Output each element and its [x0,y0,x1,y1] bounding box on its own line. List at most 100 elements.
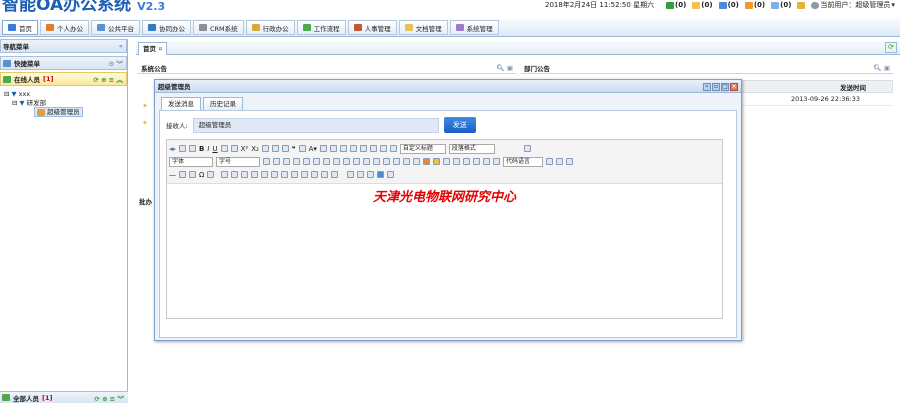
time-icon[interactable] [189,171,196,178]
merge-down-icon[interactable] [301,171,309,178]
nav-personal[interactable]: 个人办公 [40,20,89,35]
wordimage-icon[interactable] [207,171,215,178]
help-icon[interactable] [377,171,385,178]
paste-icon[interactable] [298,145,306,152]
spacing-icon[interactable] [379,145,387,152]
align-justify-icon[interactable] [323,158,330,165]
refresh-icon[interactable]: ⟳ [885,42,897,53]
nav-collab[interactable]: 协同办公 [142,20,191,35]
unlink-icon[interactable] [363,158,370,165]
notice-panel-tools-icon[interactable]: 🔍︎ ▣ [496,64,513,72]
online-users-header[interactable]: 在线人员 [1] ⟳ ⊕ ≡ ︽ [0,72,127,86]
image-none-icon[interactable] [413,158,420,165]
video-icon[interactable] [443,158,450,165]
attachment-icon[interactable] [463,158,470,165]
split-rows-icon[interactable] [321,171,329,178]
font-family-select[interactable]: 字体 [169,156,213,167]
source-icon[interactable]: ◂▸ [169,145,176,153]
editor-content[interactable]: 天津光电物联网研究中心 [167,186,722,205]
custom-title-select[interactable]: 自定义标题 [399,143,446,154]
uppercase-icon[interactable] [333,158,340,165]
nav-admin[interactable]: 行政办公 [245,20,295,35]
redo-icon[interactable] [189,145,197,152]
table-icon[interactable] [221,171,229,178]
tree-root[interactable]: ⊟ ▼ xxx [4,90,123,99]
fullscreen-icon[interactable] [523,145,531,152]
frame-icon[interactable] [493,158,500,165]
horizontal-rule-icon[interactable]: — [169,171,176,179]
print-icon[interactable] [347,171,355,178]
nav-hr[interactable]: 人事管理 [347,20,397,35]
tab-close-icon[interactable]: ¤ [158,45,162,53]
music-icon[interactable] [453,158,460,165]
background-icon[interactable] [566,158,573,165]
line-height-icon[interactable] [369,145,377,152]
quick-menu-tools-icon[interactable]: ⚙ ︾ [108,58,123,68]
align-left-icon[interactable] [293,158,300,165]
restore-icon[interactable]: ▫ [712,82,720,91]
undo-icon[interactable] [179,145,187,152]
tray-item-user[interactable]: (0) [666,1,686,9]
font-size-select[interactable]: 字号 [216,156,260,167]
minimize-icon[interactable]: – [703,82,711,91]
eraser-icon[interactable] [261,145,269,152]
close-icon[interactable]: × [730,82,738,91]
quote-icon[interactable]: ❝ [292,145,296,153]
tray-item-calendar[interactable]: (0) [718,1,739,9]
dept-notice-tools-icon[interactable]: 🔍︎ ▣ [873,64,890,72]
subscript-icon[interactable]: X₂ [251,145,259,153]
image-icon[interactable] [423,158,430,165]
lowercase-icon[interactable] [343,158,350,165]
nav-public[interactable]: 公共平台 [91,20,140,35]
insert-col-icon[interactable] [261,171,269,178]
current-user-menu[interactable]: 当前用户：超级管理员 ▾ [811,0,895,10]
superscript-icon[interactable]: X² [241,145,249,153]
underline-icon[interactable]: U [212,145,217,153]
gmap-icon[interactable] [483,158,490,165]
link-icon[interactable] [353,158,360,165]
pagebreak-icon[interactable] [546,158,553,165]
indent-icon[interactable] [389,145,397,152]
special-char-icon[interactable]: Ω [199,171,204,179]
image-right-icon[interactable] [403,158,410,165]
code-language-select[interactable]: 代码语言 [503,156,543,167]
drafts-icon[interactable] [387,171,395,178]
date-icon[interactable] [179,171,186,178]
tab-history[interactable]: 历史记录 [203,97,243,110]
insert-row-icon[interactable] [241,171,249,178]
split-cols-icon[interactable] [331,171,339,178]
preview-icon[interactable] [357,171,365,178]
recipient-input[interactable]: 超级管理员 [192,117,439,133]
select-all-icon[interactable] [349,145,357,152]
paragraph-format-select[interactable]: 段落格式 [448,143,495,154]
tree-user[interactable]: 超级管理员 [4,107,123,117]
all-users-tools-icon[interactable]: ⟳ ⊕ ≡ ︾ [94,393,124,403]
italic-icon[interactable]: I [207,145,209,153]
highlight-icon[interactable] [319,145,327,152]
search-replace-icon[interactable] [367,171,375,178]
template-icon[interactable] [556,158,563,165]
bold-icon[interactable]: B [199,145,204,153]
nav-home[interactable]: 首页 [2,20,38,35]
nav-crm[interactable]: CRM系统 [193,20,244,35]
ordered-list-icon[interactable] [329,145,337,152]
send-button[interactable]: 发送 [443,117,476,133]
dialog-titlebar[interactable]: 超级管理员 – ▫ □ × [155,80,741,93]
tray-item-mail[interactable]: (0) [692,1,713,9]
format-icon[interactable] [281,145,289,152]
bullet-list-icon[interactable] [339,145,347,152]
nav-docs[interactable]: 文档管理 [398,20,448,35]
merge-right-icon[interactable] [291,171,299,178]
font-color-icon[interactable]: A▾ [309,145,317,153]
tab-home[interactable]: 首页 ¤ [138,42,168,55]
clear-icon[interactable] [359,145,367,152]
ltr-icon[interactable] [263,158,270,165]
align-right-icon[interactable] [313,158,320,165]
delete-table-icon[interactable] [231,171,239,178]
map-icon[interactable] [473,158,480,165]
image-left-icon[interactable] [383,158,390,165]
delete-row-icon[interactable] [251,171,259,178]
tray-item-notice[interactable]: (0) [771,1,791,9]
tab-send-message[interactable]: 发送消息 [161,97,201,110]
quick-menu-header[interactable]: 快捷菜单 ⚙ ︾ [0,56,127,70]
